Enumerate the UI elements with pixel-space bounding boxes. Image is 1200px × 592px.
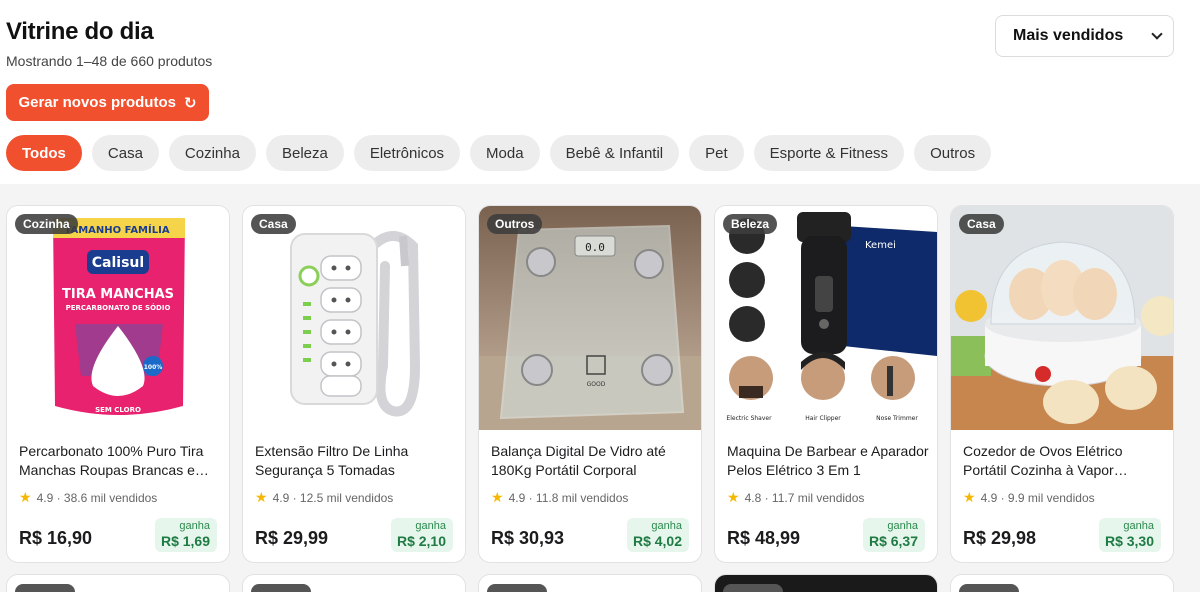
product-title[interactable]: Extensão Filtro De Linha Segurança 5 Tom… <box>255 442 459 480</box>
pack-line1: TIRA MANCHAS <box>62 287 174 302</box>
category-badge: Casa <box>251 214 296 234</box>
scale-display: 0.0 <box>585 241 605 254</box>
star-icon: ★ <box>19 489 32 505</box>
feature-label: Hair Clipper <box>805 415 841 422</box>
rating-text: 4.9 · 9.9 mil vendidos <box>980 490 1095 505</box>
chip-pet[interactable]: Pet <box>689 135 744 171</box>
chip-bebe-infantil[interactable]: Bebê & Infantil <box>549 135 680 171</box>
generate-products-button[interactable]: Gerar novos produtos ↻ <box>6 84 209 121</box>
star-icon: ★ <box>727 489 740 505</box>
feature-label: Electric Shaver <box>726 415 772 422</box>
product-title[interactable]: Balança Digital De Vidro até 180Kg Portá… <box>491 442 695 480</box>
product-rating: ★ 4.9 · 12.5 mil vendidos <box>255 489 393 506</box>
commission-label: ganha <box>651 520 682 532</box>
star-icon: ★ <box>963 489 976 505</box>
results-count: Mostrando 1–48 de 660 produtos <box>6 53 213 69</box>
product-price: R$ 29,98 <box>963 528 1037 548</box>
refresh-icon: ↻ <box>183 94 197 112</box>
product-title[interactable]: Maquina De Barbear e Aparador Pelos Elét… <box>727 442 931 480</box>
chip-moda[interactable]: Moda <box>470 135 540 171</box>
product-price: R$ 16,90 <box>19 528 93 548</box>
commission-badge: ganha R$ 2,10 <box>391 518 453 552</box>
product-grid: TAMANHO FAMÍLIA Calisul TIRA MANCHAS PER… <box>6 205 1174 563</box>
commission-label: ganha <box>1123 520 1154 532</box>
product-price: R$ 30,93 <box>491 528 565 548</box>
product-title[interactable]: Cozedor de Ovos Elétrico Portátil Cozinh… <box>963 442 1167 480</box>
product-card[interactable]: TAMANHO FAMÍLIA Calisul TIRA MANCHAS PER… <box>6 205 230 563</box>
commission-value: R$ 4,02 <box>632 533 682 549</box>
star-icon: ★ <box>491 489 504 505</box>
product-title[interactable]: Percarbonato 100% Puro Tira Manchas Roup… <box>19 442 223 480</box>
category-badge: Casa <box>959 214 1004 234</box>
commission-badge: ganha R$ 3,30 <box>1099 518 1161 552</box>
product-card[interactable]: Kemei Electric Shaver Hair Clipper Nose … <box>714 205 938 563</box>
product-card[interactable] <box>950 574 1174 592</box>
pack-line2: PERCARBONATO DE SÓDIO <box>66 303 171 312</box>
chip-casa[interactable]: Casa <box>91 135 159 171</box>
commission-value: R$ 2,10 <box>396 533 446 549</box>
pack-bottom-text: SEM CLORO <box>95 406 141 414</box>
rating-text: 4.9 · 38.6 mil vendidos <box>36 490 158 505</box>
product-card[interactable] <box>478 574 702 592</box>
commission-value: R$ 1,69 <box>160 533 210 549</box>
product-rating: ★ 4.8 · 11.7 mil vendidos <box>727 489 864 506</box>
product-image[interactable] <box>951 206 1173 430</box>
rating-text: 4.9 · 12.5 mil vendidos <box>272 490 394 505</box>
category-badge <box>723 584 783 592</box>
chip-esporte-fitness[interactable]: Esporte & Fitness <box>753 135 905 171</box>
chip-beleza[interactable]: Beleza <box>265 135 344 171</box>
product-price: R$ 29,99 <box>255 528 329 548</box>
chevron-down-icon <box>1151 28 1163 40</box>
pack-seal: 100% <box>144 364 163 371</box>
category-badge <box>251 584 311 592</box>
commission-label: ganha <box>179 520 210 532</box>
category-badge <box>15 584 75 592</box>
box-brand: Kemei <box>865 240 896 251</box>
generate-products-label: Gerar novos produtos <box>18 94 176 111</box>
scale-brand: GOOD <box>587 381 606 388</box>
commission-label: ganha <box>415 520 446 532</box>
pack-brand: Calisul <box>92 255 144 271</box>
product-card[interactable] <box>714 574 938 592</box>
pack-top-text: TAMANHO FAMÍLIA <box>64 223 169 236</box>
product-rating: ★ 4.9 · 38.6 mil vendidos <box>19 489 157 506</box>
rating-text: 4.8 · 11.7 mil vendidos <box>744 490 865 505</box>
category-badge <box>487 584 547 592</box>
category-filter: Todos Casa Cozinha Beleza Eletrônicos Mo… <box>6 135 992 171</box>
chip-cozinha[interactable]: Cozinha <box>168 135 256 171</box>
chip-todos[interactable]: Todos <box>6 135 82 171</box>
product-rating: ★ 4.9 · 11.8 mil vendidos <box>491 489 628 506</box>
category-badge: Beleza <box>723 214 778 234</box>
feature-label: Nose Trimmer <box>876 415 918 422</box>
chip-outros[interactable]: Outros <box>914 135 992 171</box>
product-image[interactable]: 0.0 GOOD <box>479 206 701 430</box>
sort-select[interactable]: Mais vendidos <box>995 15 1174 57</box>
page-title: Vitrine do dia <box>6 18 154 45</box>
product-card[interactable]: Casa Extensão Filtro De Linha Segurança … <box>242 205 466 563</box>
product-image[interactable]: Kemei Electric Shaver Hair Clipper Nose … <box>715 206 937 430</box>
product-card[interactable]: Casa Cozedor de Ovos Elétrico Portátil C… <box>950 205 1174 563</box>
chip-eletronicos[interactable]: Eletrônicos <box>353 135 461 171</box>
category-badge: Cozinha <box>15 214 78 234</box>
rating-text: 4.9 · 11.8 mil vendidos <box>508 490 629 505</box>
top-bar: Vitrine do dia Mostrando 1–48 de 660 pro… <box>0 0 1200 184</box>
commission-badge: ganha R$ 4,02 <box>627 518 689 552</box>
commission-label: ganha <box>887 520 918 532</box>
sort-selected-value: Mais vendidos <box>1013 27 1124 44</box>
product-card[interactable] <box>242 574 466 592</box>
product-price: R$ 48,99 <box>727 528 801 548</box>
commission-value: R$ 3,30 <box>1104 533 1154 549</box>
product-rating: ★ 4.9 · 9.9 mil vendidos <box>963 489 1095 506</box>
commission-value: R$ 6,37 <box>868 533 918 549</box>
product-image[interactable]: TAMANHO FAMÍLIA Calisul TIRA MANCHAS PER… <box>7 206 229 430</box>
commission-badge: ganha R$ 1,69 <box>155 518 217 552</box>
commission-badge: ganha R$ 6,37 <box>863 518 925 552</box>
next-row-cards <box>6 574 1174 592</box>
category-badge <box>959 584 1019 592</box>
star-icon: ★ <box>255 489 268 505</box>
product-card[interactable] <box>6 574 230 592</box>
product-image[interactable] <box>243 206 465 430</box>
category-badge: Outros <box>487 214 543 234</box>
product-card[interactable]: 0.0 GOOD Outros Balança Digital De Vidro… <box>478 205 702 563</box>
